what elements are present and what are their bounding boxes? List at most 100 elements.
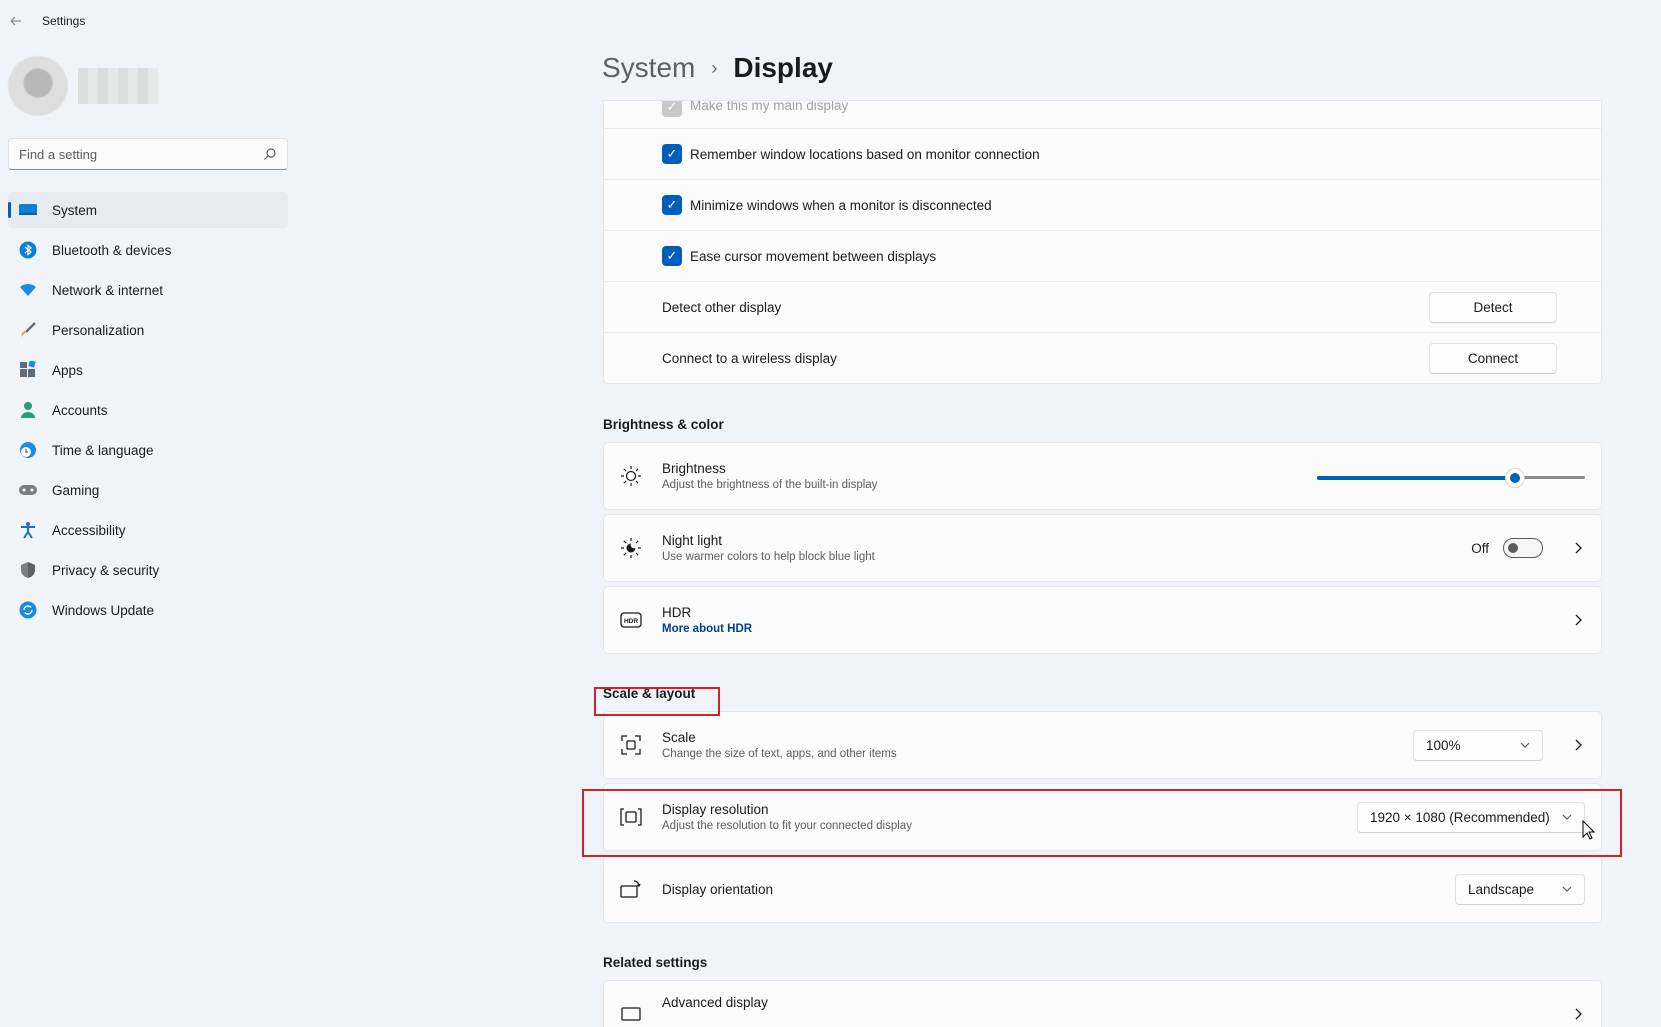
app-title: Settings bbox=[42, 14, 86, 28]
shield-icon bbox=[18, 560, 38, 580]
sidebar-item-apps[interactable]: Apps bbox=[8, 352, 288, 388]
sidebar-item-label: Personalization bbox=[52, 322, 145, 338]
minimize-windows-label: Minimize windows when a monitor is disco… bbox=[690, 197, 992, 213]
scale-layout-heading: Scale & layout bbox=[603, 686, 696, 701]
sidebar-nav: System Bluetooth & devices Network & int… bbox=[8, 192, 288, 632]
sidebar-item-network[interactable]: Network & internet bbox=[8, 272, 288, 308]
scale-card[interactable]: Scale Change the size of text, apps, and… bbox=[603, 711, 1602, 779]
page-title: Display bbox=[733, 52, 833, 83]
scale-subtitle: Change the size of text, apps, and other… bbox=[662, 748, 897, 760]
bluetooth-icon bbox=[18, 240, 38, 260]
connect-button[interactable]: Connect bbox=[1429, 342, 1557, 374]
sidebar-item-label: Gaming bbox=[52, 482, 100, 498]
scale-dropdown[interactable]: 100% bbox=[1413, 729, 1543, 761]
brightness-subtitle: Adjust the brightness of the built-in di… bbox=[662, 479, 878, 491]
night-light-card[interactable]: Night light Use warmer colors to help bl… bbox=[603, 514, 1602, 582]
remember-windows-label: Remember window locations based on monit… bbox=[690, 146, 1040, 162]
ease-cursor-label: Ease cursor movement between displays bbox=[690, 248, 937, 264]
brightness-card: Brightness Adjust the brightness of the … bbox=[603, 442, 1602, 510]
detect-row: Detect other display Detect bbox=[604, 282, 1601, 333]
resolution-dropdown[interactable]: 1920 × 1080 (Recommended) bbox=[1357, 801, 1585, 833]
main-display-checkbox[interactable]: ✓ bbox=[662, 101, 682, 117]
breadcrumb-parent[interactable]: System bbox=[602, 52, 695, 84]
brightness-text: Brightness Adjust the brightness of the … bbox=[662, 461, 877, 491]
minimize-windows-row[interactable]: ✓ Minimize windows when a monitor is dis… bbox=[604, 180, 1601, 231]
ease-cursor-row[interactable]: ✓ Ease cursor movement between displays bbox=[604, 231, 1601, 282]
ease-cursor-checkbox[interactable]: ✓ bbox=[662, 246, 682, 266]
detect-label: Detect other display bbox=[662, 299, 782, 315]
sidebar-item-privacy[interactable]: Privacy & security bbox=[8, 552, 288, 588]
orientation-value: Landscape bbox=[1468, 881, 1535, 897]
back-button[interactable] bbox=[0, 5, 32, 37]
scale-value: 100% bbox=[1426, 737, 1461, 753]
chevron-down-icon bbox=[1562, 886, 1572, 892]
night-light-title: Night light bbox=[662, 533, 723, 548]
hdr-card[interactable]: HDR HDR More about HDR bbox=[603, 586, 1602, 654]
display-orientation-card: Display orientation Landscape bbox=[603, 855, 1602, 923]
scale-title: Scale bbox=[662, 730, 696, 745]
person-icon bbox=[18, 400, 38, 420]
hdr-link[interactable]: More about HDR bbox=[662, 623, 752, 635]
remember-windows-row[interactable]: ✓ Remember window locations based on mon… bbox=[604, 129, 1601, 180]
sidebar-item-gaming[interactable]: Gaming bbox=[8, 472, 288, 508]
user-profile[interactable] bbox=[8, 56, 158, 116]
sidebar-item-label: Network & internet bbox=[52, 282, 164, 298]
content-pane[interactable]: ✓ Make this my main display ✓ Remember w… bbox=[603, 100, 1602, 1027]
sidebar-item-label: Time & language bbox=[52, 442, 154, 458]
night-light-toggle[interactable] bbox=[1503, 538, 1543, 558]
advanced-display-text: Advanced display bbox=[662, 995, 768, 1010]
sidebar-item-label: Accounts bbox=[52, 402, 108, 418]
search-input[interactable] bbox=[19, 146, 239, 162]
hdr-icon: HDR bbox=[620, 609, 642, 631]
chevron-right-icon[interactable] bbox=[1571, 738, 1585, 752]
sidebar-item-label: Privacy & security bbox=[52, 562, 160, 578]
update-icon bbox=[18, 600, 38, 620]
advanced-display-title: Advanced display bbox=[662, 995, 768, 1010]
sun-icon bbox=[620, 465, 642, 487]
sidebar-item-accessibility[interactable]: Accessibility bbox=[8, 512, 288, 548]
chevron-right-icon[interactable] bbox=[1571, 613, 1585, 627]
title-bar: Settings bbox=[0, 0, 400, 42]
sidebar-item-windows-update[interactable]: Windows Update bbox=[8, 592, 288, 628]
monitor-icon bbox=[18, 200, 38, 220]
brightness-title: Brightness bbox=[662, 461, 726, 476]
slider-thumb[interactable] bbox=[1505, 468, 1526, 488]
main-display-label: Make this my main display bbox=[690, 101, 849, 113]
sidebar-item-system[interactable]: System bbox=[8, 192, 288, 228]
advanced-display-card[interactable]: Advanced display bbox=[603, 980, 1602, 1027]
night-light-subtitle: Use warmer colors to help block blue lig… bbox=[662, 551, 875, 563]
brightness-slider[interactable] bbox=[1317, 468, 1585, 488]
sidebar-item-label: Accessibility bbox=[52, 522, 126, 538]
detect-button[interactable]: Detect bbox=[1429, 291, 1557, 323]
brush-icon bbox=[18, 320, 38, 340]
sidebar-item-time-language[interactable]: Time & language bbox=[8, 432, 288, 468]
sidebar-item-personalization[interactable]: Personalization bbox=[8, 312, 288, 348]
wifi-icon bbox=[18, 280, 38, 300]
orientation-title: Display orientation bbox=[662, 881, 774, 897]
orientation-icon bbox=[620, 878, 642, 900]
minimize-windows-checkbox[interactable]: ✓ bbox=[662, 195, 682, 215]
sidebar-item-accounts[interactable]: Accounts bbox=[8, 392, 288, 428]
sidebar-item-bluetooth[interactable]: Bluetooth & devices bbox=[8, 232, 288, 268]
multiple-displays-group: ✓ Make this my main display ✓ Remember w… bbox=[603, 100, 1602, 384]
night-light-toggle-wrap: Off bbox=[1471, 538, 1543, 558]
night-light-icon bbox=[620, 537, 642, 559]
search-icon[interactable] bbox=[263, 147, 277, 161]
sidebar-item-label: Windows Update bbox=[52, 602, 155, 618]
slider-fill bbox=[1317, 476, 1516, 480]
chevron-right-icon[interactable] bbox=[1571, 1007, 1585, 1021]
remember-windows-checkbox[interactable]: ✓ bbox=[662, 144, 682, 164]
search-box[interactable] bbox=[8, 138, 288, 170]
breadcrumb-separator: › bbox=[711, 57, 718, 78]
chevron-right-icon[interactable] bbox=[1571, 541, 1585, 555]
brightness-color-heading: Brightness & color bbox=[603, 417, 724, 432]
apps-icon bbox=[18, 360, 38, 380]
main-display-row[interactable]: ✓ Make this my main display bbox=[604, 101, 1601, 129]
mouse-cursor-icon bbox=[1582, 820, 1596, 840]
scale-text: Scale Change the size of text, apps, and… bbox=[662, 730, 897, 760]
orientation-dropdown[interactable]: Landscape bbox=[1455, 873, 1585, 905]
resolution-title: Display resolution bbox=[662, 802, 769, 817]
chevron-down-icon bbox=[1520, 742, 1530, 748]
svg-text:HDR: HDR bbox=[624, 618, 638, 625]
avatar bbox=[8, 56, 68, 116]
